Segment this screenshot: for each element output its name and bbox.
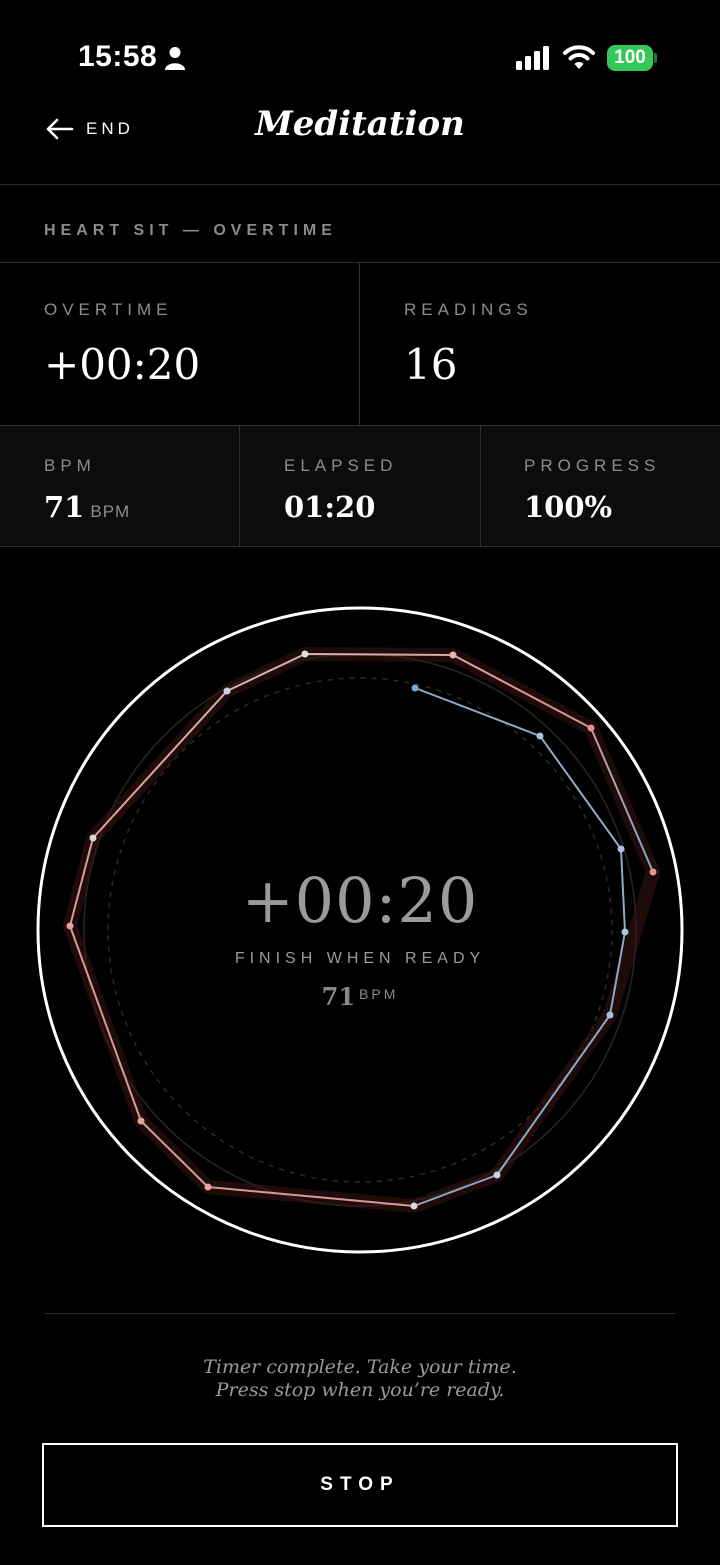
overtime-label: OVERTIME <box>44 300 173 319</box>
ring-bpm-value: 71 <box>321 982 356 1011</box>
heart-rate-trail-neutral <box>413 687 626 1207</box>
cellular-signal-icon <box>516 46 549 70</box>
wifi-icon <box>563 45 595 69</box>
progress-label: PROGRESS <box>524 456 661 475</box>
ring-bpm: 71 BPM <box>0 982 720 1011</box>
reading-point <box>606 1011 614 1019</box>
completion-message-line2: Press stop when you’re ready. <box>215 1379 505 1401</box>
reading-point <box>536 732 544 740</box>
battery-cap <box>654 53 657 63</box>
completion-message-line1: Timer complete. Take your time. <box>203 1356 517 1378</box>
page-title: Meditation <box>255 104 465 144</box>
reading-point <box>587 724 595 732</box>
divider <box>480 426 481 546</box>
reading-point <box>617 845 625 853</box>
reading-point <box>449 651 457 659</box>
progress-stat: PROGRESS 100% <box>524 456 660 524</box>
reading-point <box>223 687 231 695</box>
battery-indicator: 100 <box>607 45 653 71</box>
bpm-unit: BPM <box>90 502 131 521</box>
divider <box>0 184 720 185</box>
stop-button[interactable]: STOP <box>42 1443 678 1527</box>
reading-point <box>137 1117 145 1125</box>
reading-point <box>89 834 97 842</box>
divider <box>359 262 360 425</box>
person-icon <box>165 47 185 70</box>
divider <box>44 1313 676 1314</box>
status-time: 15:58 <box>78 40 158 73</box>
bpm-label: BPM <box>44 456 96 475</box>
overtime-stat: OVERTIME +00:20 <box>44 300 200 389</box>
ring-time: +00:20 <box>241 864 479 937</box>
readings-value: 16 <box>404 340 458 389</box>
bpm-stat: BPM 71 BPM <box>44 456 130 524</box>
readings-label: READINGS <box>404 300 533 319</box>
progress-value: 100% <box>524 490 613 524</box>
elapsed-label: ELAPSED <box>284 456 398 475</box>
reading-point <box>411 684 419 692</box>
elapsed-stat: ELAPSED 01:20 <box>284 456 397 524</box>
readings-stat: READINGS 16 <box>404 300 533 389</box>
divider <box>0 546 720 547</box>
ring-bpm-unit: BPM <box>359 986 399 1002</box>
reading-point <box>301 650 309 658</box>
divider <box>0 262 720 263</box>
elapsed-value: 01:20 <box>284 490 376 524</box>
ring-subtitle: FINISH WHEN READY <box>234 950 486 967</box>
reading-point <box>493 1171 501 1179</box>
bpm-value: 71 <box>44 490 85 524</box>
reading-point <box>204 1183 212 1191</box>
session-label: HEART SIT — OVERTIME <box>44 222 337 239</box>
overtime-value: +00:20 <box>44 340 201 389</box>
divider <box>239 426 240 546</box>
reading-point <box>410 1202 418 1210</box>
completion-message: Timer complete. Take your time. Press st… <box>0 1356 720 1402</box>
